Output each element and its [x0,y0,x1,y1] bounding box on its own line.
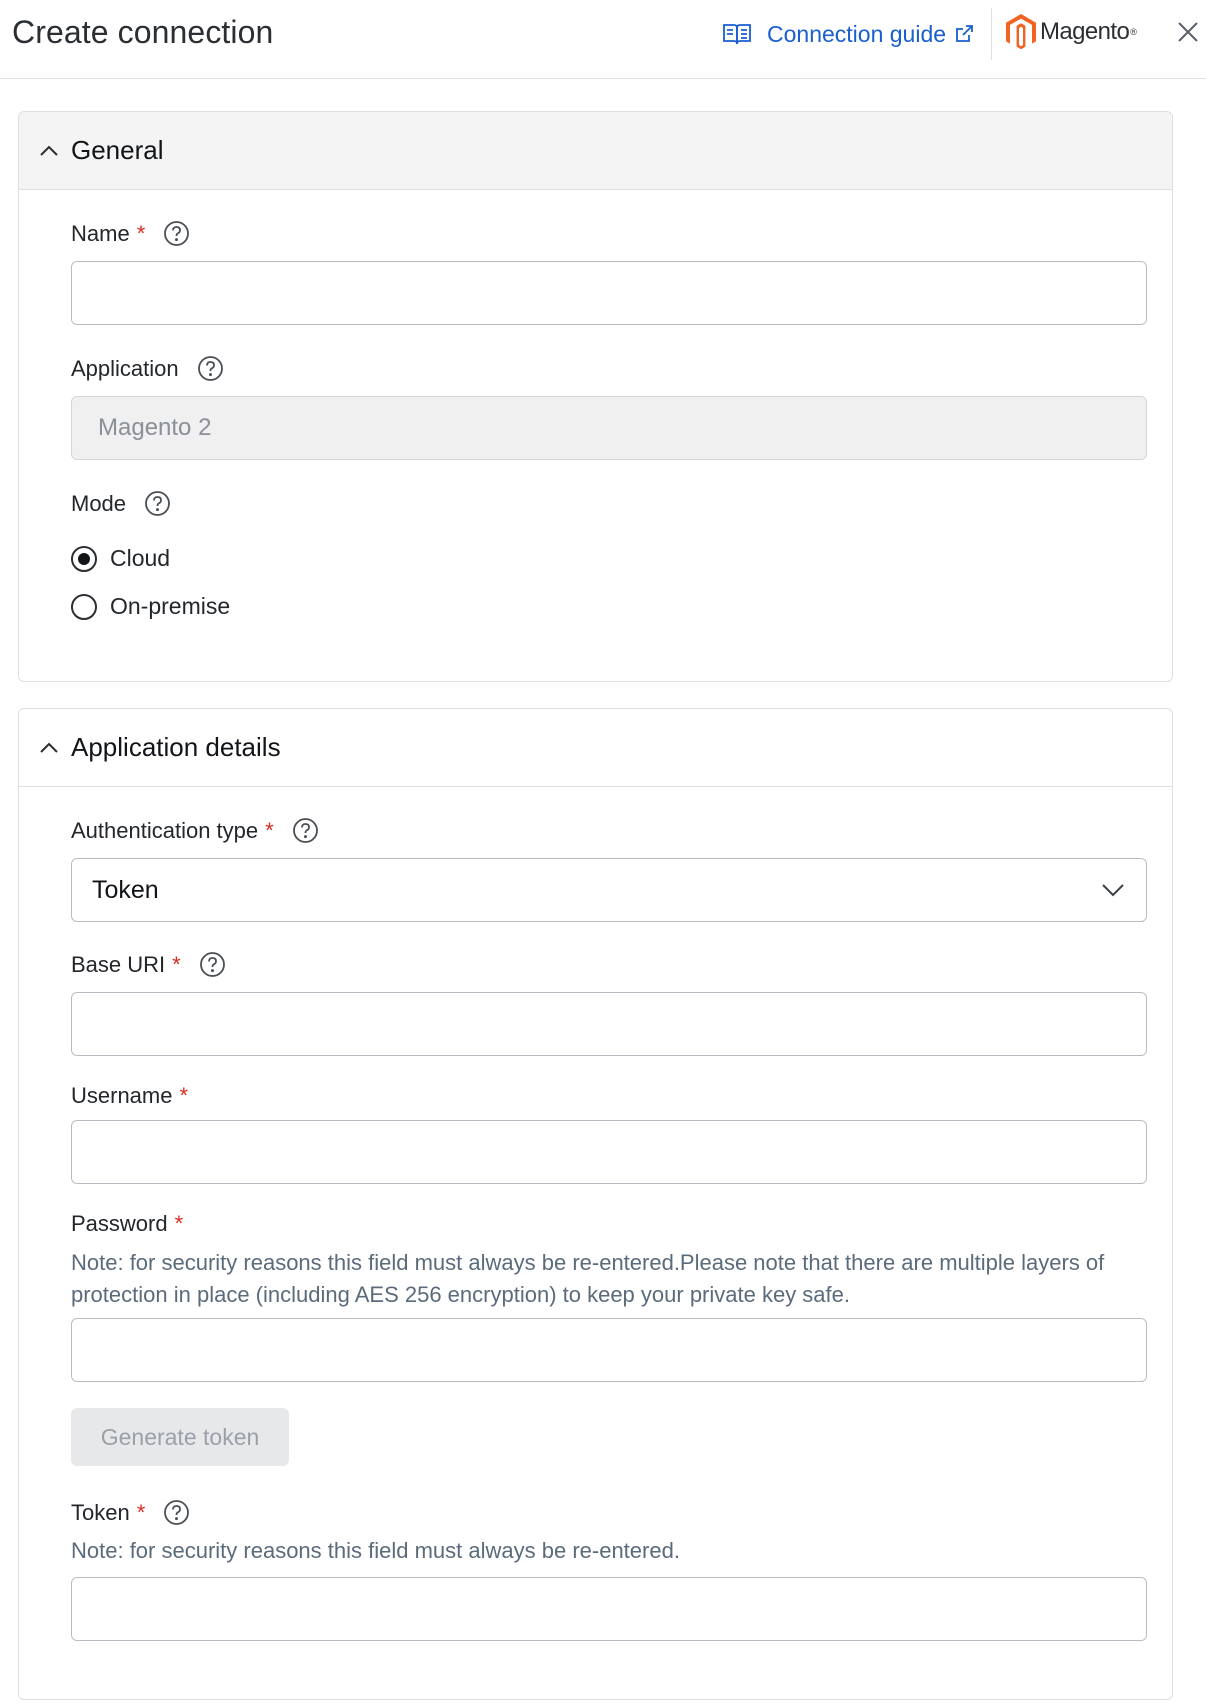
close-button[interactable] [1174,18,1202,46]
password-label-text: Password [71,1211,168,1236]
token-label-text: Token [71,1499,130,1525]
magento-brand: Magento ® [1006,14,1137,50]
general-section: General Name * Application Mode Cloud On… [18,111,1173,682]
auth-type-value: Token [92,875,159,904]
username-label: Username * [71,1083,188,1109]
base-uri-label: Base URI * [71,951,226,978]
base-uri-input[interactable] [71,992,1147,1056]
application-input [71,396,1147,460]
required-marker: * [136,220,146,246]
required-marker: * [136,1499,146,1525]
password-note: Note: for security reasons this field mu… [71,1250,1105,1307]
help-circle-icon[interactable] [163,220,190,247]
radio-label-cloud: Cloud [110,545,171,571]
application-details-title: Application details [71,732,281,762]
application-label: Application [71,355,224,382]
header-divider [991,8,992,60]
general-section-header[interactable]: General [19,112,1172,190]
radio-on-premise[interactable] [71,593,97,620]
book-icon [722,22,752,46]
chevron-up-icon [37,139,61,163]
auth-type-label: Authentication type * [71,817,319,844]
password-input[interactable] [71,1318,1147,1382]
application-details-header[interactable]: Application details [19,709,1172,787]
mode-label: Mode [71,490,171,517]
generate-token-button[interactable]: Generate token [71,1408,289,1466]
name-label: Name * [71,220,190,247]
page-title: Create connection [12,14,274,50]
required-marker: * [179,1083,189,1108]
brand-name: Magento [1040,18,1130,45]
application-label-text: Application [71,355,179,381]
dialog-header: Create connection Connection guide Magen… [0,0,1206,79]
token-input[interactable] [71,1577,1147,1641]
radio-label-on-premise: On-premise [110,593,231,619]
help-circle-icon[interactable] [144,490,171,517]
username-input[interactable] [71,1120,1147,1184]
base-uri-label-text: Base URI [71,951,166,977]
mode-label-text: Mode [71,490,127,516]
general-section-title: General [71,135,164,165]
close-icon [1176,20,1200,44]
token-label: Token * [71,1499,190,1526]
help-circle-icon[interactable] [292,817,319,844]
mode-option-cloud[interactable]: Cloud [71,545,170,572]
required-marker: * [174,1211,184,1236]
connection-guide-link[interactable]: Connection guide [722,18,974,50]
auth-type-select[interactable]: Token [71,858,1147,922]
chevron-up-icon [37,736,61,760]
required-marker: * [265,817,274,843]
required-marker: * [172,951,181,977]
help-circle-icon[interactable] [163,1499,190,1526]
radio-cloud[interactable] [71,545,97,572]
help-circle-icon[interactable] [197,355,224,382]
username-label-text: Username [71,1083,173,1108]
name-label-text: Name [71,220,130,246]
password-label: Password * [71,1211,183,1237]
external-link-icon [954,24,974,44]
mode-option-on-premise[interactable]: On-premise [71,593,230,620]
token-note: Note: for security reasons this field mu… [71,1538,680,1563]
name-input[interactable] [71,261,1147,325]
chevron-down-icon [1100,877,1126,903]
help-circle-icon[interactable] [199,951,226,978]
connection-guide-label: Connection guide [767,20,947,47]
brand-mark: ® [1130,27,1137,37]
magento-logo-icon [1006,14,1036,50]
application-details-section: Application details Authentication type … [18,708,1173,1700]
auth-type-label-text: Authentication type [71,817,259,843]
